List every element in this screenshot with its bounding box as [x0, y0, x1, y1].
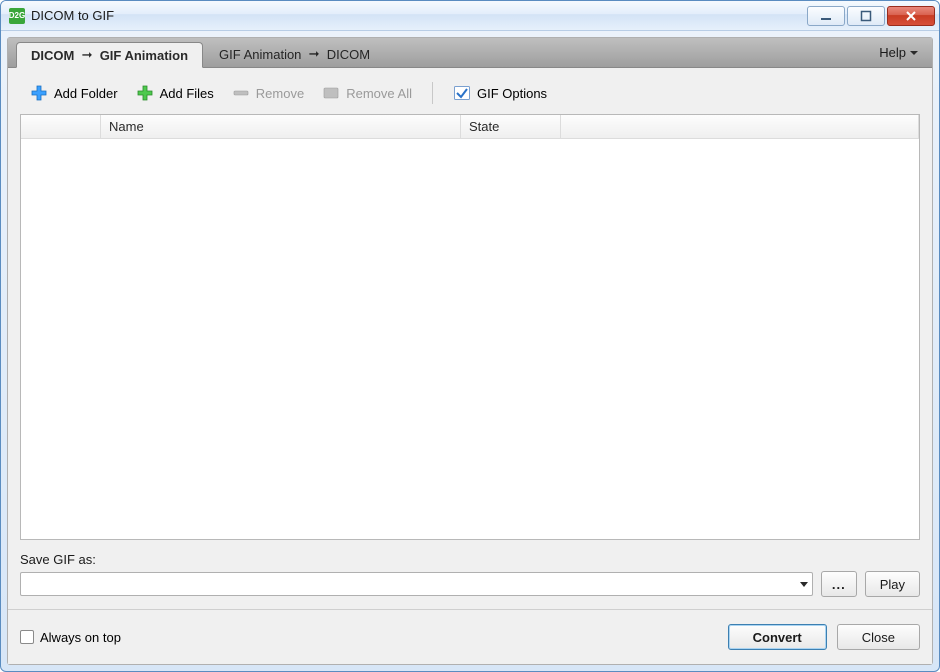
list-header: Name State — [21, 115, 919, 139]
column-header-rest[interactable] — [561, 115, 919, 138]
plus-blue-icon — [30, 84, 48, 102]
close-window-button[interactable] — [887, 6, 935, 26]
save-label: Save GIF as: — [20, 552, 920, 567]
list-body — [21, 139, 919, 539]
window-buttons — [807, 6, 935, 26]
tab-dicom-to-gif[interactable]: DICOM ➞ GIF Animation — [16, 42, 203, 68]
toolbar: Add Folder Add Files Remove — [20, 78, 920, 114]
minimize-button[interactable] — [807, 6, 845, 26]
footer: Always on top Convert Close — [8, 609, 932, 664]
always-on-top-checkbox[interactable]: Always on top — [20, 630, 121, 645]
button-label: Add Files — [160, 86, 214, 101]
options-check-icon — [453, 84, 471, 102]
tab-label-part: GIF Animation — [100, 48, 188, 63]
minus-icon — [232, 84, 250, 102]
add-folder-button[interactable]: Add Folder — [24, 82, 124, 104]
plus-green-icon — [136, 84, 154, 102]
convert-button[interactable]: Convert — [728, 624, 827, 650]
save-path-combo[interactable] — [20, 572, 813, 596]
file-list[interactable]: Name State — [20, 114, 920, 540]
titlebar[interactable]: D2G DICOM to GIF — [1, 1, 939, 31]
window-title: DICOM to GIF — [31, 8, 807, 23]
remove-all-button: Remove All — [316, 82, 418, 104]
separator — [432, 82, 433, 104]
button-label: Remove All — [346, 86, 412, 101]
button-label: Remove — [256, 86, 304, 101]
tab-gif-to-dicom[interactable]: GIF Animation ➞ DICOM — [205, 41, 384, 67]
play-button[interactable]: Play — [865, 571, 920, 597]
add-files-button[interactable]: Add Files — [130, 82, 220, 104]
tabstrip: DICOM ➞ GIF Animation GIF Animation ➞ DI… — [8, 38, 932, 68]
client-area: DICOM ➞ GIF Animation GIF Animation ➞ DI… — [7, 37, 933, 665]
checkbox-box-icon — [20, 630, 34, 644]
save-row: Save GIF as: ... Play — [20, 552, 920, 597]
remove-all-icon — [322, 84, 340, 102]
app-icon: D2G — [9, 8, 25, 24]
app-window: D2G DICOM to GIF DICOM ➞ GIF Animation G… — [0, 0, 940, 672]
gif-options-button[interactable]: GIF Options — [447, 82, 553, 104]
checkbox-label: Always on top — [40, 630, 121, 645]
button-label: GIF Options — [477, 86, 547, 101]
arrow-right-icon: ➞ — [74, 47, 99, 63]
tab-page: Add Folder Add Files Remove — [8, 68, 932, 609]
column-header-icon[interactable] — [21, 115, 101, 138]
close-button[interactable]: Close — [837, 624, 920, 650]
chevron-down-icon — [800, 582, 808, 587]
help-label: Help — [879, 45, 906, 60]
help-menu[interactable]: Help — [879, 45, 924, 60]
browse-button[interactable]: ... — [821, 571, 857, 597]
arrow-right-icon: ➞ — [301, 46, 326, 62]
tab-label-part: GIF Animation — [219, 47, 301, 62]
remove-button: Remove — [226, 82, 310, 104]
column-header-name[interactable]: Name — [101, 115, 461, 138]
maximize-button[interactable] — [847, 6, 885, 26]
tab-label-part: DICOM — [31, 48, 74, 63]
tab-label-part: DICOM — [327, 47, 370, 62]
column-header-state[interactable]: State — [461, 115, 561, 138]
chevron-down-icon — [910, 51, 918, 55]
button-label: Add Folder — [54, 86, 118, 101]
